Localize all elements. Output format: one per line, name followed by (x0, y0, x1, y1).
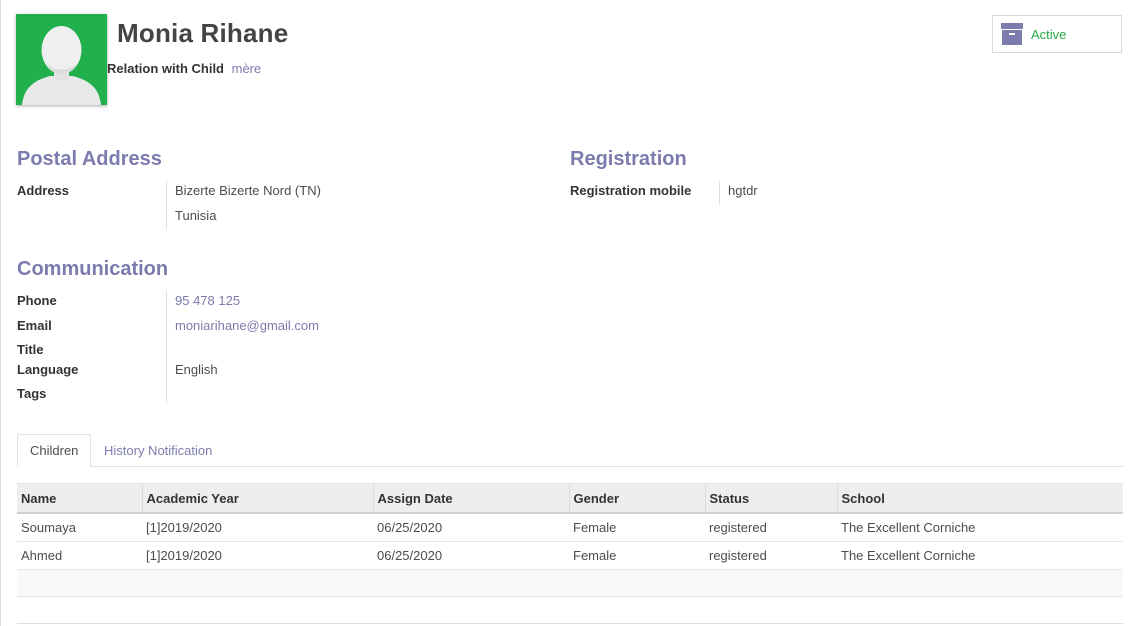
postal-address-title: Postal Address (17, 148, 162, 170)
cell-school: The Excellent Corniche (837, 541, 1123, 570)
cell-school: The Excellent Corniche (837, 513, 1123, 542)
cell-academic-year: [1]2019/2020 (142, 513, 373, 542)
relation-field: Relation with Child mère (107, 61, 261, 76)
avatar[interactable] (16, 14, 107, 105)
notebook-tabs: Children History Notification (17, 434, 1123, 467)
language-label: Language (17, 362, 79, 377)
registration-mobile-label: Registration mobile (570, 183, 692, 198)
column-header-name[interactable]: Name (17, 483, 142, 514)
language-value[interactable]: English (175, 362, 218, 377)
table-row[interactable]: Soumaya [1]2019/2020 06/25/2020 Female r… (17, 513, 1123, 542)
cell-academic-year: [1]2019/2020 (142, 541, 373, 570)
communication-title: Communication (17, 258, 169, 280)
empty-row (17, 596, 1123, 624)
column-header-school[interactable]: School (836, 483, 1123, 514)
tags-label: Tags (17, 386, 47, 401)
address-line1[interactable]: Bizerte Bizerte Nord (TN) (175, 183, 321, 198)
table-header-row: Name Academic Year Assign Date Gender St… (17, 483, 1123, 514)
cell-status: registered (705, 513, 837, 542)
phone-value[interactable]: 95 478 125 (175, 293, 240, 308)
address-country[interactable]: Tunisia (175, 208, 216, 223)
field-divider (166, 291, 167, 403)
phone-label: Phone (17, 293, 57, 308)
table-bottom-border (17, 623, 1123, 624)
cell-gender: Female (569, 513, 705, 542)
children-table: Name Academic Year Assign Date Gender St… (17, 483, 1123, 624)
empty-row (17, 569, 1123, 597)
tab-children[interactable]: Children (17, 434, 92, 467)
cell-status: registered (705, 541, 837, 570)
table-row[interactable]: Ahmed [1]2019/2020 06/25/2020 Female reg… (17, 541, 1123, 570)
partner-name: Monia Rihane (117, 18, 289, 48)
column-header-gender[interactable]: Gender (568, 483, 705, 514)
title-label: Title (17, 342, 44, 357)
archive-box-icon (1001, 23, 1023, 45)
cell-assign-date: 06/25/2020 (373, 513, 569, 542)
field-divider (719, 181, 720, 205)
tab-history-notification[interactable]: History Notification (91, 434, 225, 466)
column-header-status[interactable]: Status (704, 483, 837, 514)
registration-title: Registration (570, 148, 687, 170)
registration-mobile-value[interactable]: hgtdr (728, 183, 758, 198)
column-header-academic-year[interactable]: Academic Year (141, 483, 373, 514)
field-divider (166, 181, 167, 229)
active-label: Active (1031, 26, 1067, 42)
relation-value[interactable]: mère (232, 61, 262, 76)
address-label: Address (17, 183, 70, 198)
active-toggle-button[interactable]: Active (992, 15, 1122, 53)
cell-name: Soumaya (17, 513, 142, 542)
relation-label: Relation with Child (107, 61, 224, 76)
email-label: Email (17, 318, 52, 333)
left-border (0, 0, 1, 626)
email-value[interactable]: moniarihane@gmail.com (175, 318, 319, 333)
cell-gender: Female (569, 541, 705, 570)
user-silhouette-icon (16, 14, 107, 105)
cell-name: Ahmed (17, 541, 142, 570)
column-header-assign-date[interactable]: Assign Date (372, 483, 569, 514)
cell-assign-date: 06/25/2020 (373, 541, 569, 570)
